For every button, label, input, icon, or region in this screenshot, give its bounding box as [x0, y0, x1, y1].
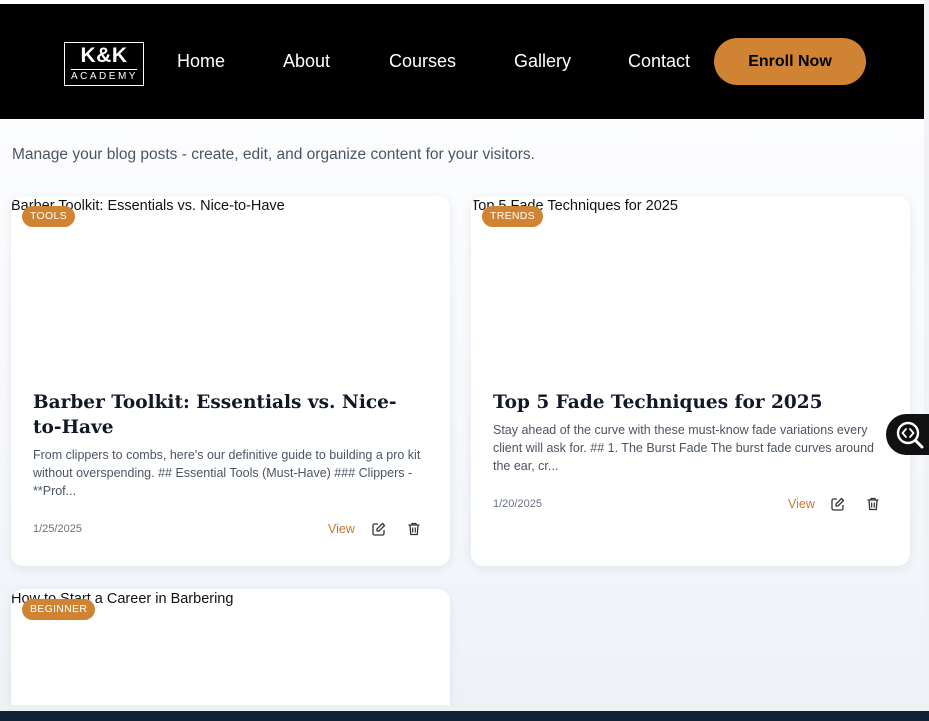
category-badge: BEGINNER: [22, 599, 96, 620]
trash-icon[interactable]: [865, 496, 881, 512]
site-logo[interactable]: K&K ACADEMY: [64, 42, 144, 86]
view-link[interactable]: View: [788, 497, 815, 511]
nav-home[interactable]: Home: [177, 51, 225, 71]
edit-icon[interactable]: [830, 496, 846, 512]
nav-courses[interactable]: Courses: [389, 51, 456, 71]
card-date: 1/25/2025: [33, 523, 82, 535]
nav-contact[interactable]: Contact: [628, 51, 690, 71]
logo-main-text: K&K: [80, 44, 128, 67]
trash-icon[interactable]: [406, 521, 422, 537]
edit-icon[interactable]: [371, 521, 387, 537]
nav-about[interactable]: About: [283, 51, 330, 71]
card-title[interactable]: Barber Toolkit: Essentials vs. Nice-to-H…: [33, 390, 413, 440]
nav-gallery[interactable]: Gallery: [514, 51, 571, 71]
card-excerpt: From clippers to combs, here's our defin…: [33, 448, 421, 498]
scrollbar-track[interactable]: [924, 0, 929, 705]
view-link[interactable]: View: [328, 522, 355, 536]
enroll-now-button[interactable]: Enroll Now: [714, 38, 866, 85]
page-subtitle: Manage your blog posts - create, edit, a…: [12, 146, 535, 163]
blog-card: How to Start a Career in Barbering BEGIN…: [11, 589, 450, 705]
navbar: K&K ACADEMY Home About Courses Gallery C…: [0, 4, 924, 119]
blog-card: Barber Toolkit: Essentials vs. Nice-to-H…: [11, 196, 450, 566]
logo-sub-text: ACADEMY: [71, 69, 138, 82]
category-badge: TOOLS: [22, 206, 75, 227]
code-search-icon: [894, 419, 926, 456]
category-badge: TRENDS: [482, 206, 543, 227]
card-excerpt: Stay ahead of the curve with these must-…: [493, 423, 874, 473]
blog-card: Top 5 Fade Techniques for 2025 TRENDS To…: [471, 196, 910, 566]
floating-tool-button[interactable]: [886, 414, 929, 455]
card-date: 1/20/2025: [493, 498, 542, 510]
card-title[interactable]: Top 5 Fade Techniques for 2025: [493, 390, 873, 415]
footer-bar: [0, 711, 929, 721]
